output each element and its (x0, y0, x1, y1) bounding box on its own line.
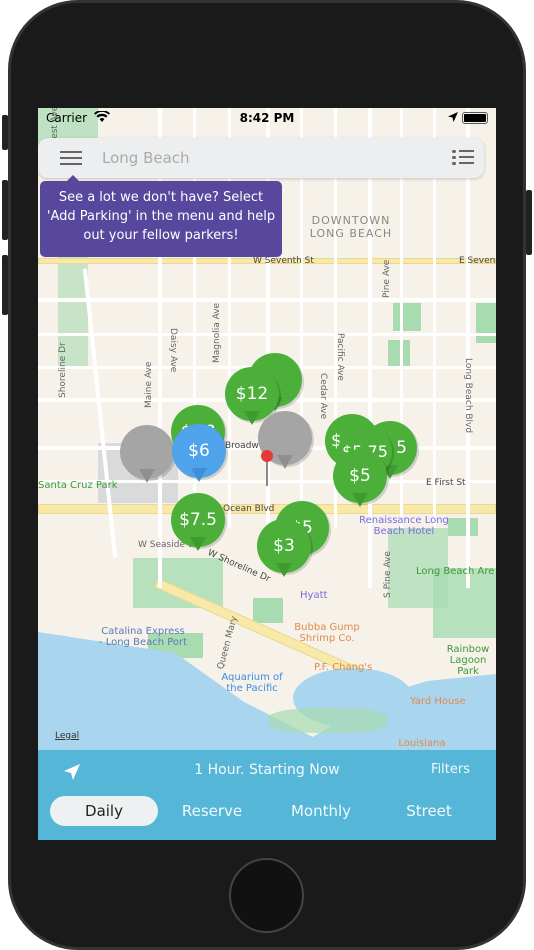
hamburger-menu-icon[interactable] (60, 151, 82, 165)
volume-down-button (2, 255, 8, 315)
street-label: S Pine Ave (383, 551, 393, 598)
poi-catalina-express[interactable]: Catalina Express - Long Beach Port (98, 626, 188, 648)
search-bar (38, 138, 484, 178)
parking-marker-unavailable[interactable] (120, 425, 174, 487)
power-button (526, 190, 532, 255)
district-label: DOWNTOWN LONG BEACH (309, 214, 393, 240)
parking-marker[interactable]: $7.5 (171, 493, 225, 555)
street-label: Pacific Ave (335, 333, 345, 381)
street-label: Maine Ave (144, 361, 154, 408)
location-services-icon (448, 112, 458, 122)
street-label: Cedar Ave (318, 373, 328, 420)
clock: 8:42 PM (239, 111, 295, 125)
filters-button[interactable]: Filters (431, 762, 470, 777)
street-label: E Seven (459, 256, 496, 266)
poi-yard-house[interactable]: Yard House (410, 696, 466, 707)
street-label: W Seventh St (253, 256, 314, 266)
poi-arena[interactable]: Long Beach Are (416, 566, 494, 577)
street-label: Pine Ave (382, 259, 392, 298)
poi-pf-changs[interactable]: P.F. Chang's (314, 662, 372, 673)
street-label: E First St (426, 478, 466, 488)
current-location-pin (261, 450, 273, 486)
poi-renaissance[interactable]: Renaissance Long Beach Hotel (346, 515, 462, 537)
poi-rainbow-lagoon[interactable]: Rainbow Lagoon Park (438, 644, 496, 677)
battery-icon (462, 112, 488, 124)
street-label: Broadw (225, 441, 259, 451)
street-label: Queen Mary (216, 615, 240, 671)
add-parking-tooltip[interactable]: See a lot we don't have? Select 'Add Par… (40, 175, 282, 257)
screen: DOWNTOWN LONG BEACH W Seventh St E Seven… (38, 108, 496, 840)
poi-bubba-gump[interactable]: Bubba Gump Shrimp Co. (294, 622, 360, 644)
volume-up-button (2, 180, 8, 240)
parking-marker[interactable]: $5 (333, 449, 387, 511)
home-button[interactable] (229, 858, 304, 933)
street-label: Long Beach Blvd (463, 358, 473, 434)
poi-aquarium[interactable]: Aquarium of the Pacific (216, 672, 288, 694)
status-bar: Carrier 8:42 PM (38, 108, 496, 130)
tab-reserve[interactable]: Reserve (158, 796, 266, 826)
list-icon[interactable] (452, 150, 474, 166)
tab-monthly[interactable]: Monthly (267, 796, 375, 826)
duration-selector[interactable]: 1 Hour. Starting Now (38, 762, 496, 778)
tab-daily[interactable]: Daily (50, 796, 158, 826)
parking-marker-selected[interactable]: $6 (172, 424, 226, 486)
street-label: Magnolia Ave (212, 302, 222, 363)
street-label: Shoreline Dr (58, 342, 68, 398)
legal-link[interactable]: Legal (55, 731, 79, 741)
search-input[interactable] (102, 144, 422, 172)
poi-hyatt[interactable]: Hyatt (300, 590, 327, 601)
park-label: Santa Cruz Park (38, 480, 118, 491)
mute-switch (2, 115, 8, 150)
tab-street[interactable]: Street (375, 796, 483, 826)
parking-marker[interactable]: $3 (257, 519, 311, 581)
street-label: Ocean Blvd (223, 504, 275, 514)
street-label: Daisy Ave (168, 328, 178, 373)
bottom-bar: 1 Hour. Starting Now Filters Daily Reser… (38, 750, 496, 840)
